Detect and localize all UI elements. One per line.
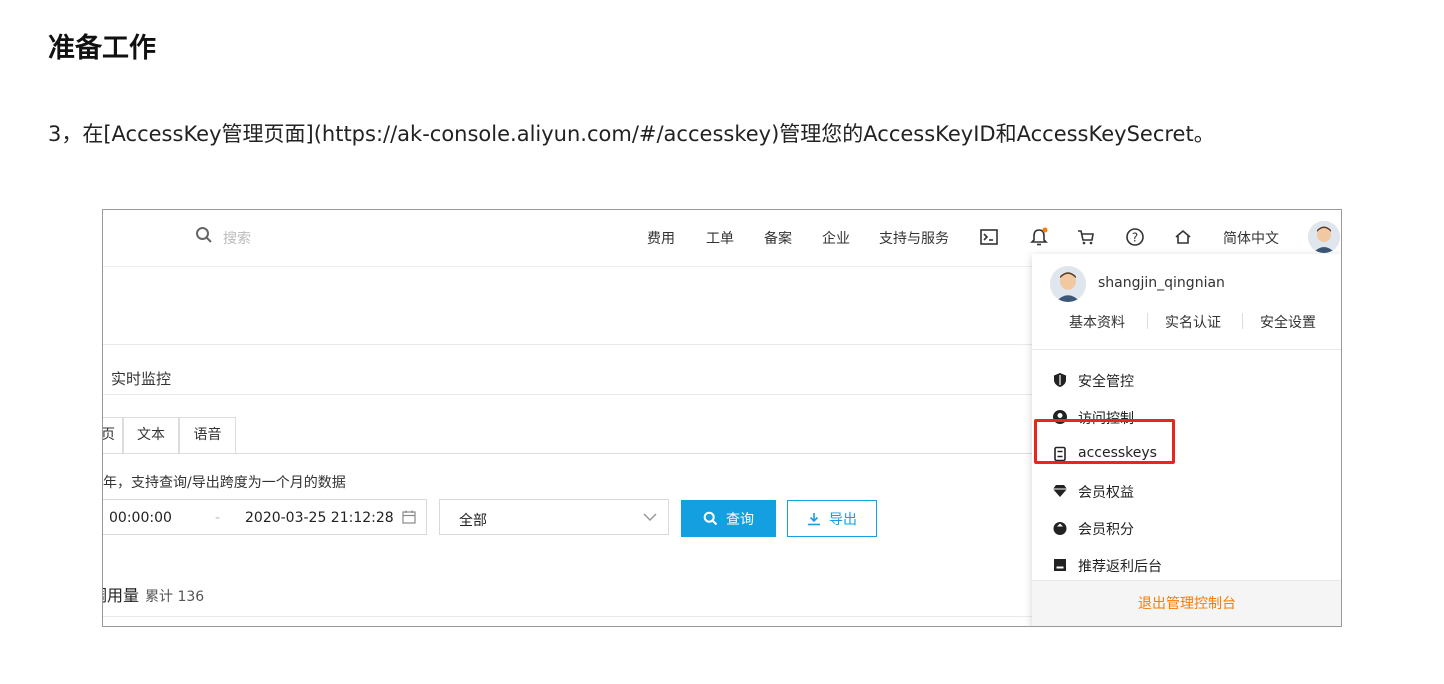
shield-icon — [1054, 373, 1066, 387]
section-heading: 准备工作 — [48, 33, 156, 64]
usage-heading: 调用量累计 136 — [103, 582, 205, 606]
date-end[interactable]: 2020-03-25 21:12:28 — [245, 510, 394, 526]
console-screenshot: 搜索 费用 工单 备案 企业 支持与服务 ? 简体中文 实时监控 页 文本 语音… — [102, 209, 1342, 627]
export-label: 导出 — [829, 510, 857, 527]
menu-label: 会员积分 — [1078, 522, 1134, 538]
search-icon[interactable] — [195, 226, 213, 244]
tab-voice[interactable]: 语音 — [179, 417, 236, 453]
usage-total: 累计 136 — [145, 589, 205, 605]
language-switch[interactable]: 简体中文 — [1223, 228, 1279, 248]
cart-icon[interactable] — [1076, 227, 1096, 247]
username: shangjin_qingnian — [1098, 275, 1225, 291]
separator — [1147, 313, 1148, 329]
divider — [103, 344, 1032, 345]
help-icon[interactable]: ? — [1125, 227, 1145, 247]
menu-item-member-points[interactable]: 会员积分 — [1032, 510, 1341, 546]
menu-label: 安全管控 — [1078, 374, 1134, 390]
profile-link[interactable]: 基本资料 — [1069, 312, 1125, 332]
type-select-value[interactable]: 全部 — [459, 510, 487, 530]
accesskeys-highlight-box — [1034, 419, 1175, 464]
nav-enterprise[interactable]: 企业 — [822, 228, 850, 248]
usage-title: 调用量 — [103, 586, 140, 605]
divider — [103, 616, 1032, 617]
instruction-paragraph: 3，在[AccessKey管理页面](https://ak-console.al… — [48, 122, 1215, 146]
nav-fees[interactable]: 费用 — [647, 228, 675, 248]
search-input[interactable]: 搜索 — [223, 228, 251, 248]
download-icon — [808, 512, 820, 525]
query-label: 查询 — [726, 510, 754, 527]
tab-text[interactable]: 文本 — [123, 417, 179, 453]
nav-support[interactable]: 支持与服务 — [879, 228, 949, 248]
separator — [1242, 313, 1243, 329]
calendar-icon[interactable] — [402, 510, 416, 524]
verification-link[interactable]: 实名认证 — [1165, 312, 1221, 332]
menu-label: 推荐返利后台 — [1078, 559, 1162, 575]
menu-item-referral-rebate[interactable]: 推荐返利后台 — [1032, 547, 1341, 583]
menu-item-security-control[interactable]: 安全管控 — [1032, 362, 1341, 398]
avatar — [1050, 266, 1086, 302]
nav-tickets[interactable]: 工单 — [706, 228, 734, 248]
nav-filing[interactable]: 备案 — [764, 228, 792, 248]
logout-button[interactable]: 退出管理控制台 — [1032, 580, 1341, 626]
diamond-icon — [1053, 485, 1067, 497]
search-icon — [703, 511, 718, 526]
query-button[interactable]: 查询 — [681, 500, 776, 537]
export-button[interactable]: 导出 — [787, 500, 877, 537]
terminal-icon[interactable] — [979, 227, 999, 247]
user-menu-dropdown: shangjin_qingnian 基本资料 实名认证 安全设置 安全管控 访问… — [1032, 254, 1341, 626]
date-start[interactable]: 00:00:00 — [109, 510, 172, 526]
divider — [103, 394, 1032, 395]
avatar[interactable] — [1308, 221, 1340, 253]
points-icon — [1053, 522, 1067, 535]
chevron-down-icon[interactable] — [643, 512, 657, 522]
tab-page[interactable]: 页 — [103, 417, 123, 453]
date-range-hint: 年，支持查询/导出跨度为一个月的数据 — [103, 475, 346, 491]
security-settings-link[interactable]: 安全设置 — [1260, 312, 1316, 332]
menu-item-member-benefits[interactable]: 会员权益 — [1032, 473, 1341, 509]
rebate-icon — [1054, 559, 1066, 571]
home-icon[interactable] — [1173, 227, 1193, 247]
realtime-monitor-tab[interactable]: 实时监控 — [111, 368, 171, 389]
tab-baseline — [103, 453, 1032, 454]
date-separator: - — [215, 510, 221, 526]
divider — [1032, 349, 1341, 350]
svg-text:?: ? — [1132, 231, 1138, 245]
bell-icon[interactable] — [1029, 227, 1049, 247]
menu-label: 会员权益 — [1078, 485, 1134, 501]
